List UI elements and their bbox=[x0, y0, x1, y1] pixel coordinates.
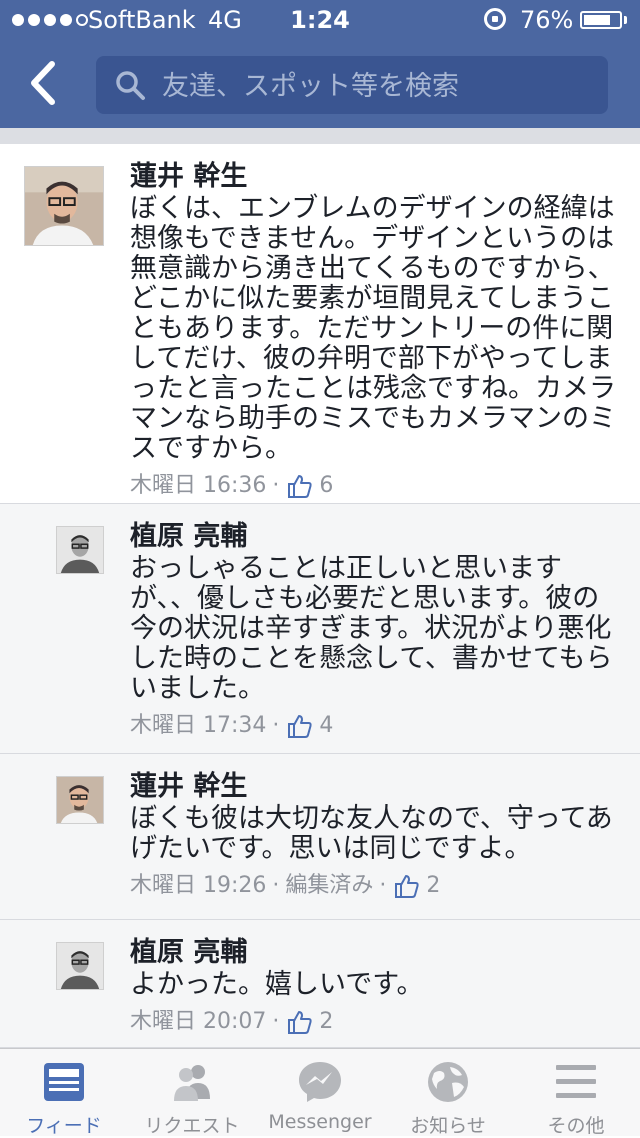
profile-photo bbox=[57, 777, 103, 823]
thumbs-up-icon[interactable] bbox=[287, 473, 313, 499]
comment-item: 植原 亮輔 よかった。嬉しいです。 木曜日 20:07 · 2 bbox=[0, 920, 640, 1048]
battery-percent: 76% bbox=[520, 6, 574, 34]
comment-item: 蓮井 幹生 ぼくも彼は大切な友人なので、守ってあげたいです。思いは同じですよ。 … bbox=[0, 754, 640, 920]
avatar[interactable] bbox=[56, 942, 104, 990]
like-count: 2 bbox=[319, 1009, 334, 1034]
comment-time[interactable]: 木曜日 19:26 bbox=[130, 870, 266, 902]
tab-friend-requests[interactable]: リクエスト bbox=[128, 1049, 256, 1137]
comment-body: 植原 亮輔 よかった。嬉しいです。 木曜日 20:07 · 2 bbox=[130, 936, 616, 1038]
tab-notifications[interactable]: お知らせ bbox=[384, 1049, 512, 1137]
thumbs-up-icon[interactable] bbox=[394, 873, 420, 899]
comment-meta: 木曜日 19:26 · 編集済み · 2 bbox=[130, 870, 616, 902]
section-divider bbox=[0, 128, 640, 144]
tab-label: リクエスト bbox=[144, 1115, 240, 1137]
avatar[interactable] bbox=[56, 526, 104, 574]
comment-time[interactable]: 木曜日 17:34 bbox=[130, 710, 266, 742]
tab-news-feed[interactable]: フィード bbox=[0, 1049, 128, 1137]
thumbs-up-icon[interactable] bbox=[287, 1009, 313, 1035]
comment-text: よかった。嬉しいです。 bbox=[130, 969, 424, 1000]
tab-label: その他 bbox=[547, 1115, 605, 1137]
tab-label: お知らせ bbox=[410, 1115, 486, 1137]
comment-time[interactable]: 木曜日 20:07 bbox=[130, 1006, 266, 1038]
status-bar: SoftBank 4G 1:24 76% bbox=[0, 0, 640, 40]
back-button[interactable] bbox=[24, 58, 64, 108]
tab-label: Messenger bbox=[268, 1111, 372, 1133]
like-count: 2 bbox=[426, 873, 441, 898]
comment-meta: 木曜日 20:07 · 2 bbox=[130, 1006, 616, 1038]
comment-item: 植原 亮輔 おっしゃることは正しいと思いますが、、優しさも必要だと思います。彼の… bbox=[0, 504, 640, 754]
rotation-lock-icon bbox=[484, 8, 506, 30]
commenter-name[interactable]: 蓮井 幹生 bbox=[130, 770, 616, 804]
profile-photo bbox=[57, 527, 103, 573]
profile-photo bbox=[25, 167, 103, 245]
globe-icon bbox=[428, 1062, 468, 1102]
thumbs-up-icon[interactable] bbox=[287, 713, 313, 739]
messenger-icon bbox=[299, 1062, 341, 1102]
like-count: 6 bbox=[319, 473, 334, 498]
profile-photo bbox=[57, 943, 103, 989]
search-icon bbox=[116, 71, 145, 100]
avatar[interactable] bbox=[24, 166, 104, 246]
menu-icon bbox=[556, 1065, 596, 1098]
comment-text: ぼくも彼は大切な友人なので、守ってあげたいです。思いは同じですよ。 bbox=[130, 803, 613, 864]
comment-item: 蓮井 幹生 ぼくは、エンブレムのデザインの経緯は想像もできません。デザインという… bbox=[0, 144, 640, 504]
commenter-name[interactable]: 植原 亮輔 bbox=[130, 936, 616, 970]
comment-list[interactable]: 蓮井 幹生 ぼくは、エンブレムのデザインの経緯は想像もできません。デザインという… bbox=[0, 144, 640, 1048]
top-bar: SoftBank 4G 1:24 76% bbox=[0, 0, 640, 128]
news-feed-icon bbox=[44, 1063, 84, 1101]
comment-meta: 木曜日 16:36 · 6 bbox=[130, 470, 616, 502]
edited-label[interactable]: 編集済み bbox=[285, 870, 373, 902]
chevron-left-icon bbox=[31, 61, 55, 105]
friend-requests-icon bbox=[174, 1065, 210, 1101]
battery-icon bbox=[580, 11, 622, 29]
comment-time[interactable]: 木曜日 16:36 bbox=[130, 470, 266, 502]
comment-body: 蓮井 幹生 ぼくも彼は大切な友人なので、守ってあげたいです。思いは同じですよ。 … bbox=[130, 770, 616, 902]
tab-label: フィード bbox=[26, 1115, 102, 1137]
avatar[interactable] bbox=[56, 776, 104, 824]
search-bar[interactable] bbox=[96, 56, 608, 114]
commenter-name[interactable]: 植原 亮輔 bbox=[130, 520, 616, 554]
like-count: 4 bbox=[319, 713, 334, 738]
comment-text: ぼくは、エンブレムのデザインの経緯は想像もできません。デザインというのは無意識か… bbox=[130, 193, 616, 464]
tab-more[interactable]: その他 bbox=[512, 1049, 640, 1137]
commenter-name[interactable]: 蓮井 幹生 bbox=[130, 160, 616, 194]
comment-body: 植原 亮輔 おっしゃることは正しいと思いますが、、優しさも必要だと思います。彼の… bbox=[130, 520, 616, 742]
search-input[interactable] bbox=[160, 64, 594, 108]
comment-body: 蓮井 幹生 ぼくは、エンブレムのデザインの経緯は想像もできません。デザインという… bbox=[130, 160, 616, 502]
tab-messenger[interactable]: Messenger bbox=[256, 1049, 384, 1137]
tab-bar: フィード リクエスト Messenger お知らせ その他 bbox=[0, 1048, 640, 1137]
comment-text: おっしゃることは正しいと思いますが、、優しさも必要だと思います。彼の今の状況は辛… bbox=[130, 553, 613, 704]
comment-meta: 木曜日 17:34 · 4 bbox=[130, 710, 616, 742]
